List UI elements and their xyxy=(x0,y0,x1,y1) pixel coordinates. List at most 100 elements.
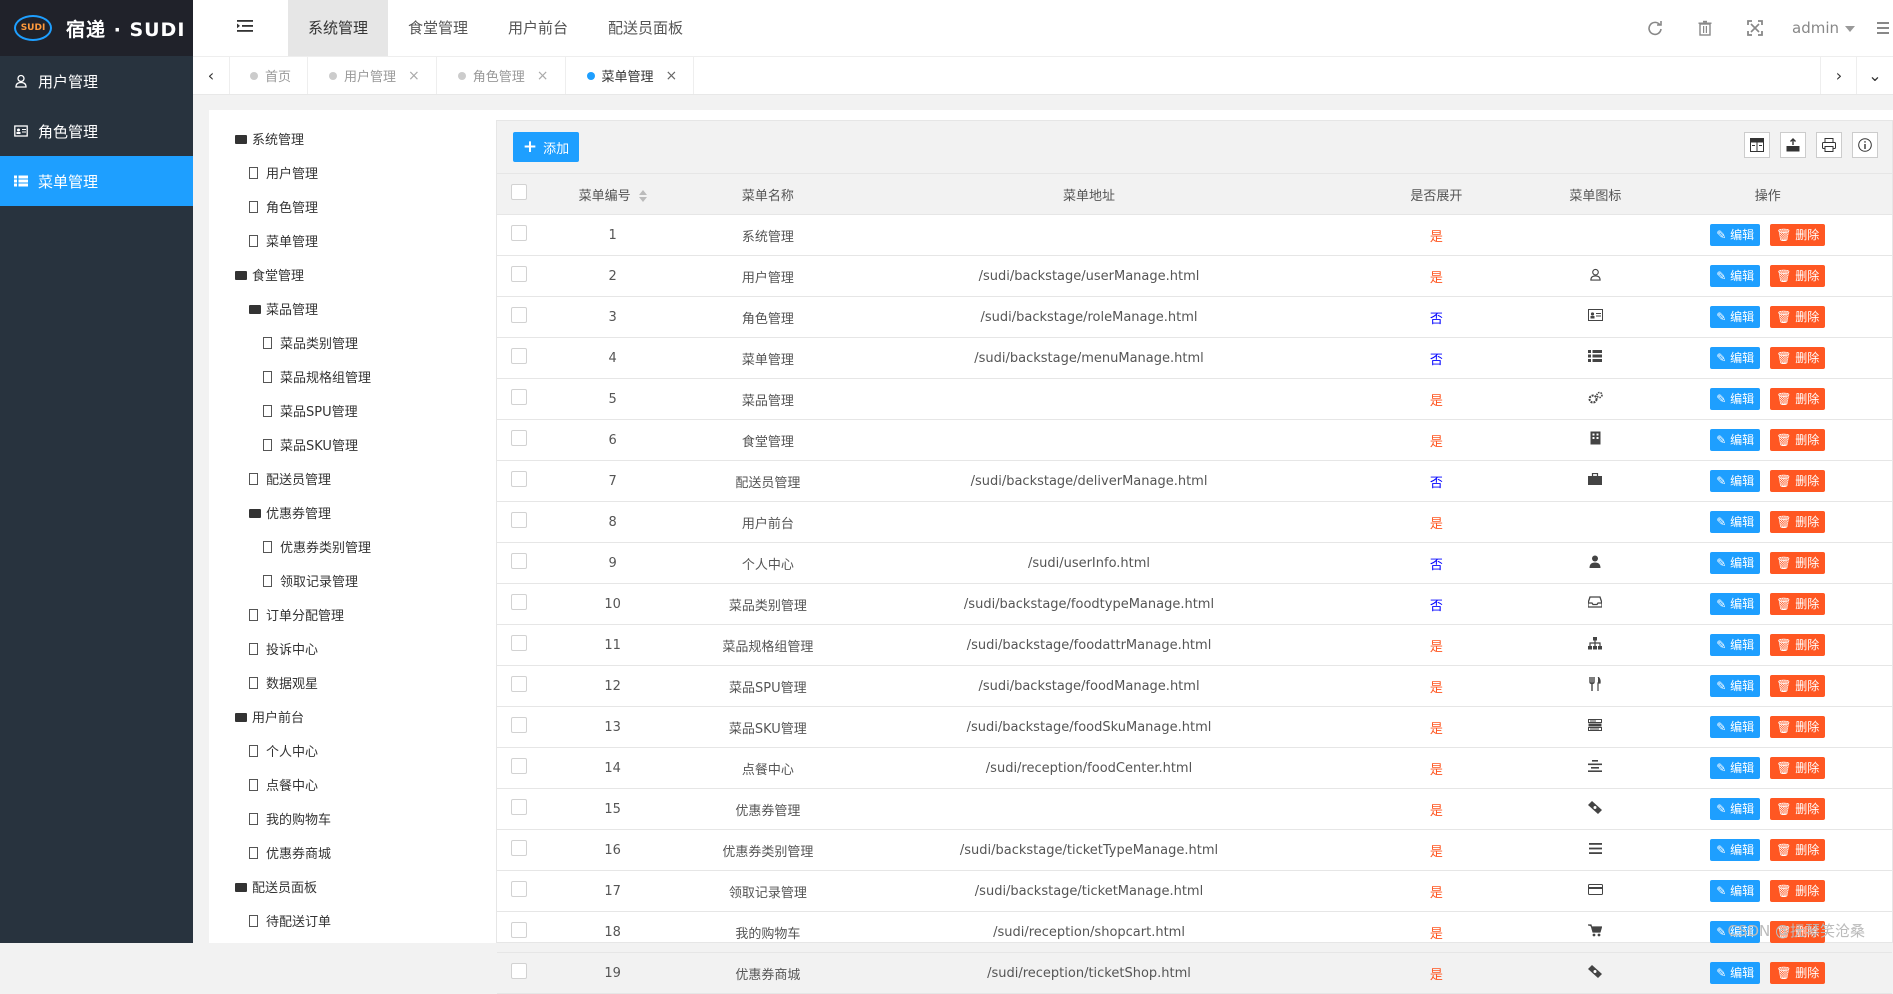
delete-button[interactable]: 🗑 删除 xyxy=(1770,470,1826,492)
topnav-system[interactable]: 系统管理 xyxy=(288,0,389,56)
row-checkbox[interactable] xyxy=(511,512,528,528)
edit-button[interactable]: ✎ 编辑 xyxy=(1710,962,1761,984)
row-checkbox[interactable] xyxy=(511,430,528,446)
tree-node[interactable]: 菜品类别管理 xyxy=(263,333,358,352)
tree-node[interactable]: 领取记录管理 xyxy=(263,571,358,590)
row-checkbox[interactable] xyxy=(511,922,528,938)
tab-home[interactable]: 首页 xyxy=(229,57,309,94)
tab-options-icon[interactable]: ⌄ xyxy=(1856,57,1893,94)
print-icon[interactable] xyxy=(1816,132,1842,158)
tree-node[interactable]: 投诉中心 xyxy=(249,639,318,658)
row-checkbox[interactable] xyxy=(511,307,528,323)
tree-node[interactable]: 角色管理 xyxy=(249,197,318,216)
delete-button[interactable]: 🗑 删除 xyxy=(1770,388,1826,410)
col-header-id[interactable]: 菜单编号 xyxy=(541,174,684,215)
row-checkbox[interactable] xyxy=(511,266,528,282)
delete-button[interactable]: 🗑 删除 xyxy=(1770,552,1826,574)
edit-button[interactable]: ✎ 编辑 xyxy=(1710,347,1761,369)
info-icon[interactable] xyxy=(1852,132,1878,158)
delete-button[interactable]: 🗑 删除 xyxy=(1770,224,1826,246)
delete-button[interactable]: 🗑 删除 xyxy=(1770,634,1826,656)
tab-scroll-left-icon[interactable]: ‹ xyxy=(193,57,230,94)
row-checkbox[interactable] xyxy=(511,717,528,733)
tree-node[interactable]: 菜品SKU管理 xyxy=(263,435,358,454)
edit-button[interactable]: ✎ 编辑 xyxy=(1710,511,1761,533)
edit-button[interactable]: ✎ 编辑 xyxy=(1710,757,1761,779)
tab-scroll-right-icon[interactable]: › xyxy=(1820,57,1857,94)
delete-button[interactable]: 🗑 删除 xyxy=(1770,757,1826,779)
close-icon[interactable]: × xyxy=(666,68,678,84)
topnav-canteen[interactable]: 食堂管理 xyxy=(388,0,488,56)
tree-node[interactable]: 系统管理 xyxy=(235,129,304,148)
tree-node[interactable]: 优惠券类别管理 xyxy=(263,537,371,556)
edit-button[interactable]: ✎ 编辑 xyxy=(1710,429,1761,451)
tree-node[interactable]: 用户管理 xyxy=(249,163,318,182)
edit-button[interactable]: ✎ 编辑 xyxy=(1710,388,1761,410)
refresh-icon[interactable] xyxy=(1647,20,1663,36)
edit-button[interactable]: ✎ 编辑 xyxy=(1710,470,1761,492)
topnav-frontend[interactable]: 用户前台 xyxy=(488,0,588,56)
tree-node[interactable]: 菜品SPU管理 xyxy=(263,401,358,420)
tree-node[interactable]: 点餐中心 xyxy=(249,775,318,794)
tree-node[interactable]: 订单分配管理 xyxy=(249,605,344,624)
edit-button[interactable]: ✎ 编辑 xyxy=(1710,593,1761,615)
tree-node[interactable]: 用户前台 xyxy=(235,707,304,726)
tree-node[interactable]: 优惠券管理 xyxy=(249,503,331,522)
row-checkbox[interactable] xyxy=(511,881,528,897)
tree-node[interactable]: 配送员管理 xyxy=(249,469,331,488)
edit-button[interactable]: ✎ 编辑 xyxy=(1710,880,1761,902)
row-checkbox[interactable] xyxy=(511,389,528,405)
more-icon[interactable] xyxy=(1877,20,1889,36)
tree-node[interactable]: 菜品管理 xyxy=(249,299,318,318)
sidebar-item-users[interactable]: 用户管理 xyxy=(0,56,193,106)
tree-node[interactable]: 优惠券商城 xyxy=(249,843,331,862)
edit-button[interactable]: ✎ 编辑 xyxy=(1710,224,1761,246)
edit-button[interactable]: ✎ 编辑 xyxy=(1710,675,1761,697)
row-checkbox[interactable] xyxy=(511,553,528,569)
tree-node[interactable]: 菜品规格组管理 xyxy=(263,367,371,386)
sidebar-item-roles[interactable]: 角色管理 xyxy=(0,106,193,156)
row-checkbox[interactable] xyxy=(511,471,528,487)
row-checkbox[interactable] xyxy=(511,676,528,692)
tab-roles[interactable]: 角色管理 × xyxy=(437,57,566,94)
topnav-deliver[interactable]: 配送员面板 xyxy=(588,0,703,56)
edit-button[interactable]: ✎ 编辑 xyxy=(1710,839,1761,861)
tree-node[interactable]: 菜单管理 xyxy=(249,231,318,250)
tree-node[interactable]: 配送员面板 xyxy=(235,877,317,896)
row-checkbox[interactable] xyxy=(511,758,528,774)
sidebar-item-menus[interactable]: 菜单管理 xyxy=(0,156,193,206)
delete-button[interactable]: 🗑 删除 xyxy=(1770,716,1826,738)
tree-node[interactable]: 食堂管理 xyxy=(235,265,304,284)
add-button[interactable]: + 添加 xyxy=(513,132,579,162)
row-checkbox[interactable] xyxy=(511,348,528,364)
edit-button[interactable]: ✎ 编辑 xyxy=(1710,306,1761,328)
sort-icon[interactable] xyxy=(638,190,647,202)
row-checkbox[interactable] xyxy=(511,225,528,241)
edit-button[interactable]: ✎ 编辑 xyxy=(1710,552,1761,574)
menu-toggle-icon[interactable] xyxy=(237,19,253,33)
delete-button[interactable]: 🗑 删除 xyxy=(1770,511,1826,533)
row-checkbox[interactable] xyxy=(511,635,528,651)
export-icon[interactable] xyxy=(1780,132,1806,158)
close-icon[interactable]: × xyxy=(408,68,420,84)
row-checkbox[interactable] xyxy=(511,799,528,815)
edit-button[interactable]: ✎ 编辑 xyxy=(1710,716,1761,738)
delete-button[interactable]: 🗑 删除 xyxy=(1770,265,1826,287)
delete-button[interactable]: 🗑 删除 xyxy=(1770,962,1826,984)
tree-node[interactable]: 我的购物车 xyxy=(249,809,331,828)
delete-button[interactable]: 🗑 删除 xyxy=(1770,880,1826,902)
row-checkbox[interactable] xyxy=(511,963,528,979)
edit-button[interactable]: ✎ 编辑 xyxy=(1710,798,1761,820)
tree-node[interactable]: 数据观星 xyxy=(249,673,318,692)
delete-button[interactable]: 🗑 删除 xyxy=(1770,593,1826,615)
delete-button[interactable]: 🗑 删除 xyxy=(1770,429,1826,451)
tree-node[interactable]: 待配送订单 xyxy=(249,911,331,930)
delete-button[interactable]: 🗑 删除 xyxy=(1770,347,1826,369)
tree-node[interactable]: 个人中心 xyxy=(249,741,318,760)
close-icon[interactable]: × xyxy=(537,68,549,84)
delete-button[interactable]: 🗑 删除 xyxy=(1770,306,1826,328)
trash-icon[interactable] xyxy=(1697,20,1713,36)
row-checkbox[interactable] xyxy=(511,840,528,856)
select-all-checkbox[interactable] xyxy=(511,184,528,200)
user-menu[interactable]: admin xyxy=(1792,19,1855,37)
